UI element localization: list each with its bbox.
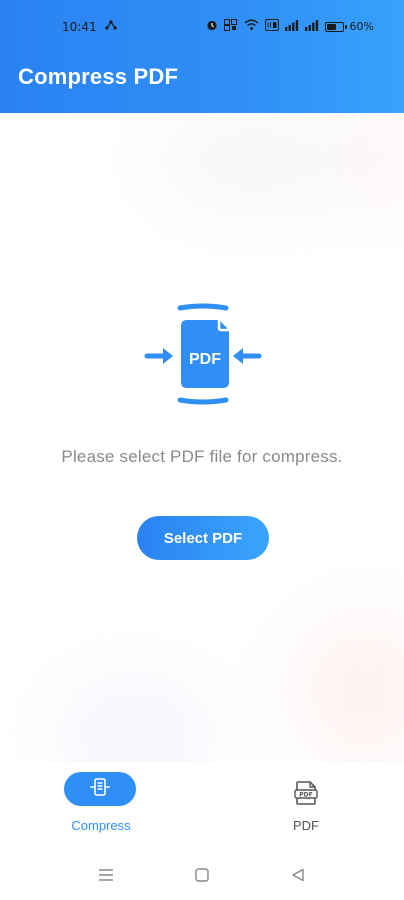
status-time: 10:41 [62,20,97,34]
bottom-navigation: Compress PDF PDF [0,762,404,848]
back-icon[interactable] [288,865,308,885]
page-title: Compress PDF [18,64,179,89]
system-navigation-bar [0,848,404,900]
select-prompt: Please select PDF file for compress. [61,447,343,466]
nav-label-compress: Compress [71,818,131,833]
battery-fill [326,24,336,30]
nav-active-indicator [64,772,136,806]
pdf-file-icon: PDF [291,778,321,808]
nav-item-pdf[interactable]: PDF PDF [251,772,361,842]
status-bar: 10:41 60% [0,0,404,56]
battery-icon [324,22,347,32]
compress-illustration: PDF [143,300,263,410]
app-screen: 10:41 60% Compress PDF PDF Please select… [0,0,404,900]
pdf-icon-text: PDF [299,791,312,798]
usb-icon [105,20,117,33]
signal-icon [304,19,319,35]
select-pdf-button[interactable]: Select PDF [137,516,269,560]
home-icon[interactable] [192,865,212,885]
battery-percent: 60% [349,20,374,33]
alarm-icon [206,19,218,35]
app-header: 10:41 60% Compress PDF [0,0,404,113]
nav-label-pdf: PDF [293,818,319,833]
background-blob [150,120,360,200]
nav-item-compress[interactable]: Compress [44,772,154,842]
background-blob [300,620,404,760]
menu-icon[interactable] [96,865,116,885]
vowifi-icon [264,19,279,35]
status-icons: 60% [206,19,374,35]
wifi-icon [244,19,259,35]
nfc-icon [223,19,238,35]
compress-icon [89,776,111,803]
background-blob [350,110,404,200]
illustration-pdf-label: PDF [189,351,221,368]
signal-icon [284,19,299,35]
compress-pdf-icon: PDF [144,303,262,405]
